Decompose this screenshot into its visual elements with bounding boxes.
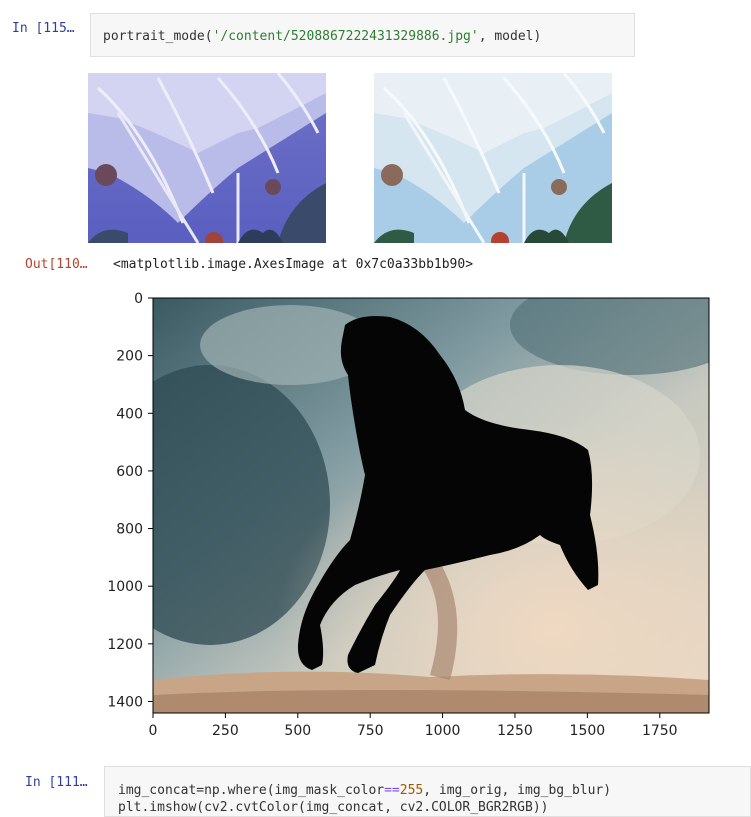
- x-tick-label: 500: [284, 723, 311, 739]
- y-tick-label: 1000: [107, 579, 143, 595]
- code-string: '/content/5208867222431329886.jpg': [212, 29, 479, 44]
- output-image-original: [374, 73, 612, 243]
- code-operator: ==: [384, 783, 400, 798]
- code-text: portrait_mode(: [103, 29, 213, 44]
- code-text: img_concat=np.where(img_mask_color: [118, 783, 385, 798]
- plot-image: [153, 298, 709, 713]
- code-text: plt.imshow(cv2.cvtColor(img_concat, cv2.…: [118, 800, 549, 815]
- y-tick-label: 400: [116, 406, 143, 422]
- y-tick-label: 0: [134, 291, 143, 307]
- input-prompt: In [115…: [12, 21, 75, 36]
- y-tick-label: 200: [116, 349, 143, 365]
- matplotlib-figure: 0 250 500 750 1000 1250 1500 1750 0 200 400 600 800…: [90, 285, 720, 745]
- x-tick-label: 1000: [425, 723, 461, 739]
- y-tick-label: 1200: [107, 637, 143, 653]
- input-prompt: In [111…: [25, 775, 88, 790]
- y-tick-label: 600: [116, 464, 143, 480]
- x-tick-label: 1750: [642, 723, 678, 739]
- code-number: 255: [399, 783, 424, 798]
- x-tick-label: 1500: [570, 723, 606, 739]
- code-cell-input[interactable]: img_concat=np.where(img_mask_color==255,…: [104, 766, 751, 817]
- code-text: , model): [478, 29, 542, 44]
- y-tick-label: 1400: [107, 694, 143, 710]
- x-tick-label: 1250: [497, 723, 533, 739]
- output-prompt: Out[110…: [25, 257, 88, 272]
- x-tick-label: 750: [357, 723, 384, 739]
- code-text: , img_orig, img_bg_blur): [423, 783, 612, 798]
- y-tick-label: 800: [116, 522, 143, 538]
- output-text: <matplotlib.image.AxesImage at 0x7c0a33b…: [113, 257, 474, 272]
- output-image-tinted: [88, 73, 326, 243]
- x-tick-label: 250: [212, 723, 239, 739]
- x-tick-label: 0: [149, 723, 158, 739]
- code-cell-input[interactable]: portrait_mode('/content/5208867222431329…: [90, 13, 635, 57]
